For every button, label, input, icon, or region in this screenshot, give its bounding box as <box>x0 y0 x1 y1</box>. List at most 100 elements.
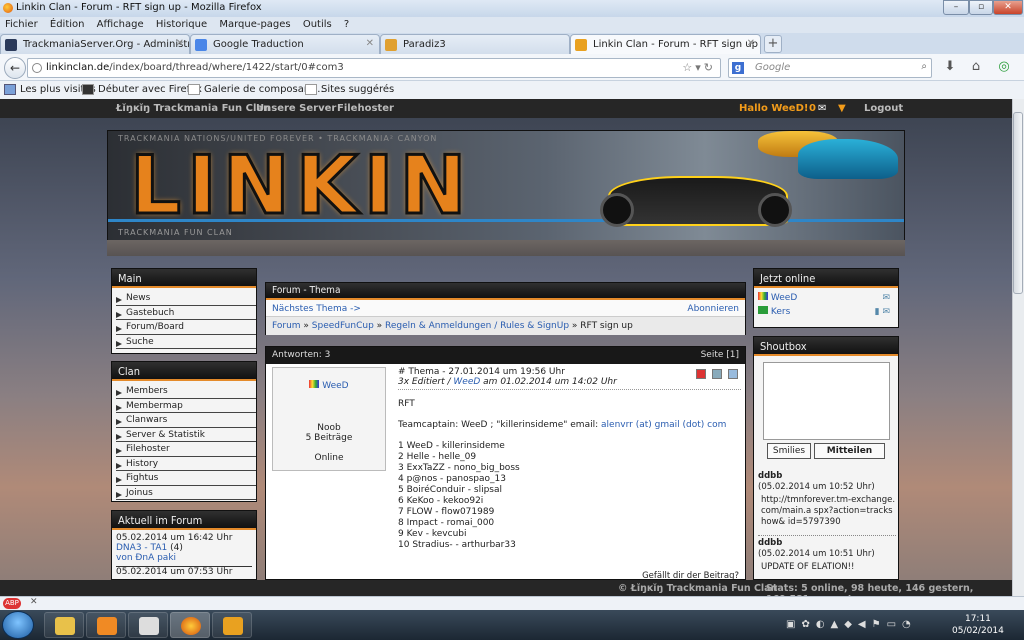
addon-icon[interactable]: ◎ <box>996 59 1012 75</box>
back-button[interactable]: ← <box>4 57 26 79</box>
menu-bookmarks[interactable]: Marque-pages <box>214 17 294 30</box>
home-icon[interactable]: ⌂ <box>968 59 984 75</box>
quote-icon[interactable] <box>712 369 722 379</box>
user-name[interactable]: WeeD <box>322 381 348 391</box>
menu-history[interactable]: Historique <box>151 17 211 30</box>
taskbar-app[interactable] <box>128 612 168 638</box>
breadcrumb: Forum » SpeedFunCup » Regeln & Anmeldung… <box>266 317 745 335</box>
flag-icon <box>758 306 768 314</box>
search-icon[interactable]: ⌕ <box>921 61 927 72</box>
tab-close-icon[interactable]: ✕ <box>366 38 374 49</box>
breadcrumb-forum[interactable]: Forum <box>272 321 301 331</box>
smilies-button[interactable]: Smilies <box>767 443 811 459</box>
menu-file[interactable]: Fichier <box>0 17 42 30</box>
shout-time: (05.02.2014 um 10:51 Uhr) <box>758 549 875 559</box>
user-name-row: WeeD <box>273 380 385 391</box>
post-edit-date: am 01.02.2014 um 14:02 Uhr <box>483 377 617 387</box>
bookmark-gallery[interactable]: Galerie de composant... <box>188 84 324 95</box>
captain-email[interactable]: alenvrr (at) gmail (dot) com <box>601 420 726 430</box>
flag-icon <box>309 380 320 388</box>
taskbar-clock[interactable]: 17:11 05/02/2014 <box>952 613 1004 637</box>
site-brand-link[interactable]: Łĭŋĸĭŋ Trackmania Fun Clan <box>116 103 270 114</box>
online-user-name[interactable]: Kers <box>771 307 790 317</box>
url-path: /index/board/thread/where/1422/start/0#c… <box>109 62 344 73</box>
bookmark-suggested-sites[interactable]: Sites suggérés <box>305 84 394 95</box>
menu-item-membermap[interactable]: Membermap <box>116 399 256 413</box>
report-icon[interactable] <box>696 369 706 379</box>
shout-textarea[interactable] <box>763 362 890 440</box>
dropdown-icon[interactable]: ▼ <box>838 103 846 114</box>
logout-link[interactable]: Logout <box>864 103 903 114</box>
start-button[interactable] <box>2 611 34 639</box>
menu-item-history[interactable]: History <box>116 457 256 471</box>
breadcrumb-speedfuncup[interactable]: SpeedFunCup <box>312 321 374 331</box>
menu-item-news[interactable]: News <box>116 291 256 306</box>
shout-text: http://tmnforever.tm-exchange.com/main.a… <box>761 495 896 527</box>
maximize-button[interactable]: ▫ <box>969 0 993 15</box>
message-icon[interactable]: ✉ <box>882 291 890 305</box>
search-input[interactable]: g Google ⌕ <box>728 58 932 78</box>
menu-view[interactable]: Affichage <box>92 17 148 30</box>
taskbar-media-player[interactable] <box>86 612 126 638</box>
post-edit-user[interactable]: WeeD <box>453 377 480 387</box>
download-icon[interactable]: ⬇ <box>942 59 958 75</box>
system-tray[interactable]: ▣✿◐▲◆◀⚑▭◔ <box>786 619 917 630</box>
menu-item-filehoster[interactable]: Filehoster <box>116 442 256 457</box>
menu-item-members[interactable]: Members <box>116 384 256 399</box>
message-icon[interactable]: ▮ ✉ <box>875 305 890 319</box>
send-shout-button[interactable]: Mitteilen <box>814 443 885 459</box>
menu-item-fightus[interactable]: Fightus <box>116 471 256 486</box>
tab-google-translate[interactable]: Google Traduction ✕ <box>190 34 380 54</box>
menu-help[interactable]: ? <box>339 17 353 30</box>
menu-item-clanwars[interactable]: Clanwars <box>116 413 256 428</box>
shout-text: UPDATE OF ELATION!! <box>761 562 855 572</box>
menu-item-server[interactable]: Server & Statistik <box>116 428 256 442</box>
menu-tools[interactable]: Outils <box>298 17 336 30</box>
message-count[interactable]: 0 <box>809 103 816 114</box>
player-entry: 10 Stradius- - arthurbar33 <box>398 540 516 550</box>
tab-close-icon[interactable]: ✕ <box>176 38 184 49</box>
adblock-icon[interactable]: ABP <box>3 598 21 609</box>
window-title-bar: Linkin Clan - Forum - RFT sign up - Mozi… <box>0 0 1024 17</box>
close-button[interactable]: ✕ <box>993 0 1023 15</box>
url-bar-icons[interactable]: ☆▾↻ <box>682 61 716 74</box>
breadcrumb-rules[interactable]: Regeln & Anmeldungen / Rules & SignUp <box>385 321 569 331</box>
online-user-name[interactable]: WeeD <box>771 293 797 303</box>
tab-trackmaniaserver[interactable]: TrackmaniaServer.Org - Administration ✕ <box>0 34 190 54</box>
next-topic-link[interactable]: Nächstes Thema -> <box>272 304 361 314</box>
bookmark-icon <box>305 84 317 95</box>
bookmark-getting-started[interactable]: Débuter avec Firefox <box>82 84 202 95</box>
menu-item-suche[interactable]: Suche <box>116 335 256 349</box>
addon-bar: ABP ✕ <box>0 596 1024 610</box>
addon-close-icon[interactable]: ✕ <box>30 597 38 607</box>
shout-time: (05.02.2014 um 10:52 Uhr) <box>758 482 875 492</box>
player-entry: 5 BoiréConduir - slipsal <box>398 485 502 495</box>
subscribe-link[interactable]: Abonnieren <box>687 304 739 314</box>
user-post-count: 5 Beiträge <box>305 433 353 443</box>
wheel-image <box>600 193 634 227</box>
taskbar-explorer[interactable] <box>44 612 84 638</box>
edit-icon[interactable] <box>728 369 738 379</box>
new-tab-button[interactable]: + <box>764 35 782 53</box>
taskbar-firefox[interactable] <box>170 612 210 638</box>
tab-linkin-clan[interactable]: Linkin Clan - Forum - RFT sign up ✕ <box>570 34 761 54</box>
menu-item-forum[interactable]: Forum/Board <box>116 320 256 335</box>
nav-filehoster[interactable]: Filehoster <box>337 103 394 114</box>
entry-author[interactable]: von ÐnA paki <box>116 553 252 563</box>
taskbar-tool[interactable] <box>212 612 252 638</box>
tab-paradiz3[interactable]: Paradiz3 <box>380 34 570 54</box>
minimize-button[interactable]: – <box>943 0 969 15</box>
scrollbar-thumb[interactable] <box>1013 112 1023 294</box>
page-indicator[interactable]: Seite [1] <box>701 350 739 360</box>
menu-edit[interactable]: Édition <box>45 17 89 30</box>
entry-topic-link[interactable]: DNA3 - TA1 <box>116 543 167 553</box>
menu-item-gastebuch[interactable]: Gastebuch <box>116 306 256 320</box>
windows-taskbar: ▣✿◐▲◆◀⚑▭◔ 17:11 05/02/2014 <box>0 610 1024 640</box>
tab-close-icon[interactable]: ✕ <box>747 38 755 49</box>
url-input[interactable]: linkinclan.de/index/board/thread/where/1… <box>27 58 721 78</box>
post-meta: # Thema - 27.01.2014 um 19:56 Uhr 3x Edi… <box>398 367 741 390</box>
mail-icon[interactable]: ✉ <box>818 103 826 114</box>
like-prompt[interactable]: Gefällt dir der Beitrag? <box>642 571 739 579</box>
menu-item-joinus[interactable]: Joinus <box>116 486 256 500</box>
nav-unsere-server[interactable]: Unsere Server <box>256 103 336 114</box>
